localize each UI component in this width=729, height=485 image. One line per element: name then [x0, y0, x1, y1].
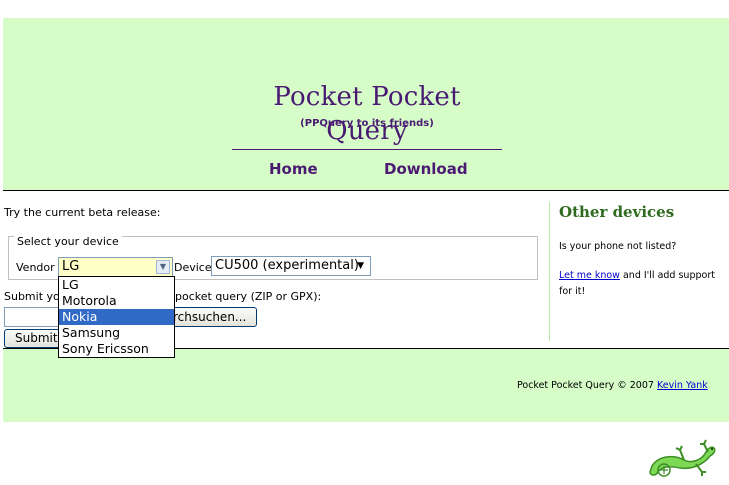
- vendor-select-value: LG: [62, 259, 80, 274]
- sidebar-message: Let me know and I'll add support for it!: [559, 268, 715, 300]
- submit-button[interactable]: Submit: [4, 329, 64, 348]
- device-label: Device: [174, 261, 212, 274]
- nav-home-link[interactable]: Home: [269, 160, 318, 178]
- vendor-option-nokia[interactable]: Nokia: [59, 309, 174, 325]
- device-select-value: CU500 (experimental): [215, 258, 359, 273]
- sidebar-message-line2: for it!: [559, 286, 586, 297]
- nav-download-link[interactable]: Download: [384, 160, 468, 178]
- browse-button[interactable]: rchsuchen...: [170, 307, 257, 327]
- site-title: Pocket Pocket Query: [232, 80, 502, 150]
- fieldset-legend: Select your device: [14, 235, 122, 248]
- sidebar-title: Other devices: [559, 203, 675, 221]
- sidebar-question: Is your phone not listed?: [559, 241, 677, 252]
- file-path-input[interactable]: [4, 307, 64, 327]
- author-link[interactable]: Kevin Yank: [657, 380, 708, 391]
- chevron-down-icon[interactable]: ▼: [156, 260, 170, 274]
- footer: Pocket Pocket Query © 2007 Kevin Yank: [517, 380, 708, 391]
- device-select[interactable]: CU500 (experimental) ▼: [211, 256, 371, 276]
- intro-text: Try the current beta release:: [4, 206, 161, 219]
- let-me-know-link[interactable]: Let me know: [559, 270, 620, 281]
- submit-label: Submit yo: [4, 290, 60, 303]
- vendor-option-motorola[interactable]: Motorola: [59, 293, 174, 309]
- footer-copyright: Pocket Pocket Query © 2007: [517, 380, 657, 391]
- sidebar-message-text: and I'll add support: [619, 270, 715, 281]
- sidebar-separator: [549, 202, 550, 341]
- vendor-select[interactable]: LG ▼: [58, 257, 173, 277]
- vendor-label: Vendor: [16, 261, 55, 274]
- vendor-option-samsung[interactable]: Samsung: [59, 325, 174, 341]
- submit-label-continued: pocket query (ZIP or GPX):: [175, 290, 322, 303]
- vendor-option-lg[interactable]: LG: [59, 277, 174, 293]
- vendor-option-sony-ericsson[interactable]: Sony Ericsson: [59, 341, 174, 357]
- site-subtitle: (PPQuery to its friends): [300, 118, 434, 129]
- vendor-dropdown-list: LG Motorola Nokia Samsung Sony Ericsson: [58, 276, 175, 358]
- gecko-lizard-icon: [644, 436, 720, 484]
- chevron-down-icon[interactable]: ▼: [357, 257, 364, 275]
